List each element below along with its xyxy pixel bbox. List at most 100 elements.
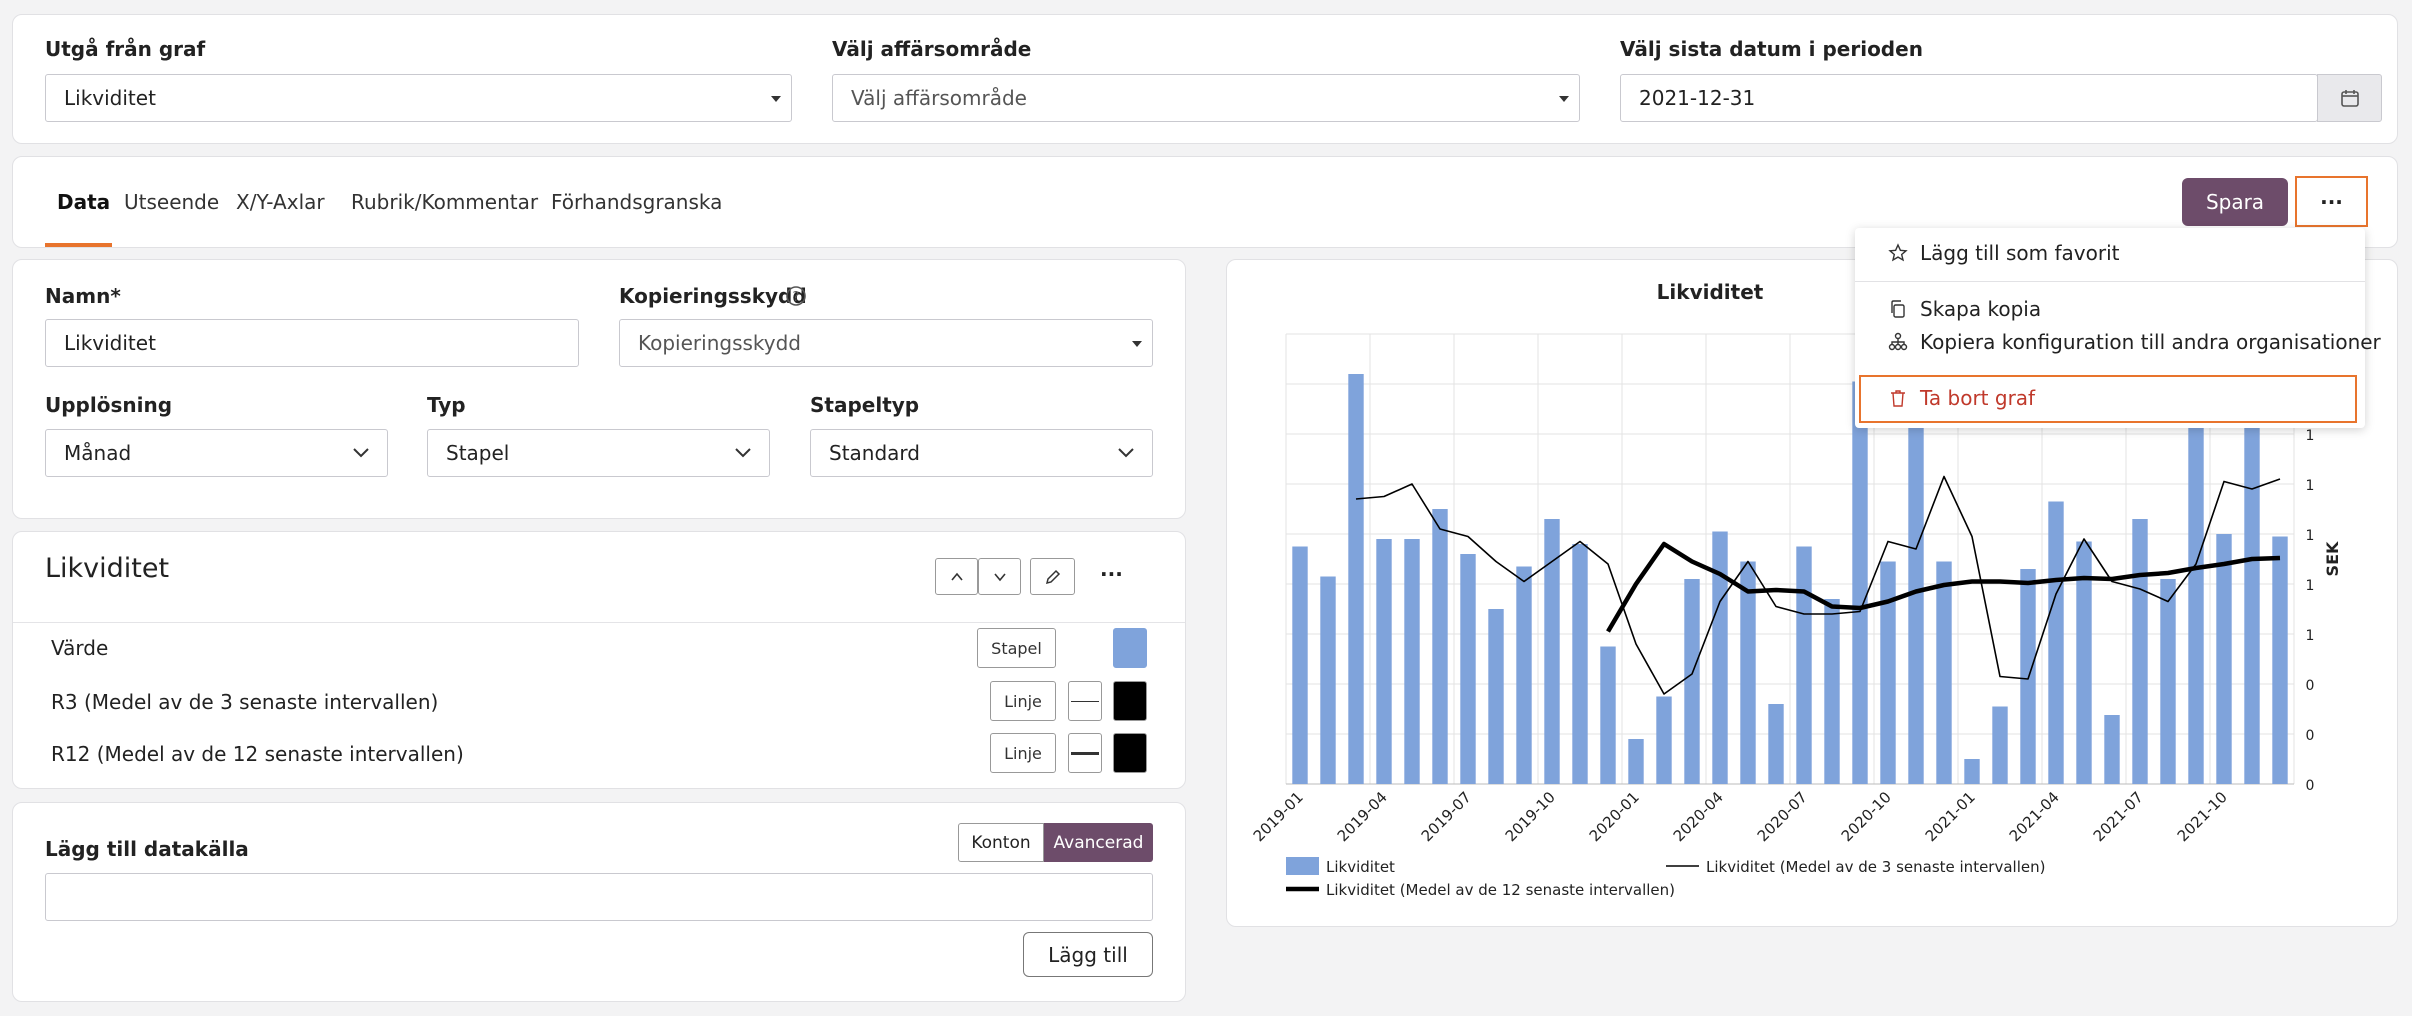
bar xyxy=(1320,576,1336,784)
stack-type-value: Standard xyxy=(829,441,920,465)
series-title: Likviditet xyxy=(45,553,170,584)
toggle-advanced[interactable]: Avancerad xyxy=(1044,823,1153,862)
series-row-r12-kind[interactable]: Linje xyxy=(990,733,1056,773)
copy-protect-select[interactable]: Kopieringsskydd xyxy=(619,319,1153,367)
y-tick-label: 1 xyxy=(2306,578,2315,594)
caret-down-icon xyxy=(1132,341,1142,347)
series-row-r3-color[interactable] xyxy=(1113,681,1147,721)
y-tick-label: 0 xyxy=(2306,778,2315,794)
bar xyxy=(1936,561,1952,784)
series-row-r3-linestyle[interactable] xyxy=(1068,681,1102,721)
chart-title: Likviditet xyxy=(1657,280,1764,304)
y-tick-label: 1 xyxy=(2306,428,2315,444)
org-chart-icon xyxy=(1888,332,1908,351)
x-tick-label: 2019-10 xyxy=(1502,788,1559,845)
series-row-value-label: Värde xyxy=(51,636,109,660)
bar xyxy=(1796,546,1812,784)
series-row-r12-label: R12 (Medel av de 12 senaste intervallen) xyxy=(51,742,464,766)
x-tick-label: 2019-01 xyxy=(1250,788,1307,845)
type-value: Stapel xyxy=(446,441,510,465)
tab-title-comment[interactable]: Rubrik/Kommentar xyxy=(351,190,538,214)
end-date-input[interactable]: 2021-12-31 xyxy=(1620,74,2318,122)
move-up-button[interactable] xyxy=(935,558,978,595)
series-row-value-kind[interactable]: Stapel xyxy=(977,628,1056,668)
tab-preview[interactable]: Förhandsgranska xyxy=(551,190,722,214)
datasource-input[interactable] xyxy=(45,873,1153,921)
bar xyxy=(1768,704,1784,784)
x-tick-label: 2020-10 xyxy=(1838,788,1895,845)
type-select[interactable]: Stapel xyxy=(427,429,770,477)
trash-icon xyxy=(1891,390,1905,407)
series-row-r12-color[interactable] xyxy=(1113,733,1147,773)
legend-label-r3: Likviditet (Medel av de 3 senaste interv… xyxy=(1706,858,2045,876)
name-value: Likviditet xyxy=(64,331,156,355)
legend-swatch-bar xyxy=(1286,857,1319,875)
source-graph-value: Likviditet xyxy=(64,86,156,110)
resolution-select[interactable]: Månad xyxy=(45,429,388,477)
bar xyxy=(1544,519,1560,784)
toggle-accounts[interactable]: Konton xyxy=(958,823,1044,862)
tab-data[interactable]: Data xyxy=(57,190,110,214)
add-datasource-button[interactable]: Lägg till xyxy=(1023,932,1153,977)
name-label: Namn* xyxy=(45,284,121,308)
help-icon[interactable]: ? xyxy=(785,285,807,307)
resolution-value: Månad xyxy=(64,441,132,465)
thick-line-icon xyxy=(1071,752,1099,755)
business-area-select[interactable]: Välj affärsområde xyxy=(832,74,1580,122)
thin-line-icon xyxy=(1071,701,1099,702)
bar xyxy=(1432,509,1448,784)
x-tick-label: 2020-07 xyxy=(1754,788,1811,845)
caret-down-icon xyxy=(1559,96,1569,102)
x-tick-label: 2019-07 xyxy=(1418,788,1475,845)
y-tick-label: 1 xyxy=(2306,478,2315,494)
calendar-button[interactable] xyxy=(2317,74,2382,122)
menu-create-copy[interactable]: Skapa kopia xyxy=(1920,297,2041,321)
x-tick-label: 2021-07 xyxy=(2090,788,2147,845)
menu-delete-graph[interactable]: Ta bort graf xyxy=(1920,386,2035,410)
save-button[interactable]: Spara xyxy=(2182,178,2288,226)
legend-label-bar: Likviditet xyxy=(1326,858,1395,876)
end-date-label: Välj sista datum i perioden xyxy=(1620,37,1923,61)
more-options-button[interactable]: ··· xyxy=(2295,176,2368,227)
series-divider xyxy=(13,622,1185,623)
bar xyxy=(1600,646,1616,784)
edit-series-button[interactable] xyxy=(1030,558,1075,595)
bar xyxy=(1852,381,1868,784)
end-date-value: 2021-12-31 xyxy=(1639,86,1756,110)
series-row-r12-linestyle[interactable] xyxy=(1068,733,1102,773)
bar xyxy=(1964,759,1980,784)
source-graph-select[interactable]: Likviditet xyxy=(45,74,792,122)
bar xyxy=(1656,696,1672,784)
bar xyxy=(1880,561,1896,784)
y-axis-label: SEK xyxy=(2323,541,2342,576)
type-label: Typ xyxy=(427,393,466,417)
x-tick-label: 2021-01 xyxy=(1922,788,1979,845)
series-row-r3-kind[interactable]: Linje xyxy=(990,681,1056,721)
move-down-button[interactable] xyxy=(978,558,1021,595)
bar xyxy=(2216,534,2232,784)
pencil-icon xyxy=(1045,569,1060,584)
bar xyxy=(1992,706,2008,784)
bar xyxy=(1572,544,1588,784)
form-card xyxy=(12,259,1186,519)
tab-appearance[interactable]: Utseende xyxy=(124,190,219,214)
x-tick-label: 2019-04 xyxy=(1334,788,1391,845)
chevron-up-icon xyxy=(950,572,963,581)
chevron-down-icon xyxy=(735,448,751,458)
legend-label-r12: Likviditet (Medel av de 12 senaste inter… xyxy=(1326,881,1675,899)
bar xyxy=(2272,536,2288,784)
bar xyxy=(1628,739,1644,784)
tab-axes[interactable]: X/Y-Axlar xyxy=(236,190,325,214)
bar xyxy=(1684,579,1700,784)
y-tick-label: 1 xyxy=(2306,528,2315,544)
bar xyxy=(1488,609,1504,784)
menu-add-favorite[interactable]: Lägg till som favorit xyxy=(1920,241,2120,265)
series-more-button[interactable]: ··· xyxy=(1100,562,1123,586)
menu-copy-config[interactable]: Kopiera konfiguration till andra organis… xyxy=(1920,330,2381,354)
series-row-value-color[interactable] xyxy=(1113,628,1147,668)
x-tick-label: 2020-04 xyxy=(1670,788,1727,845)
stack-type-select[interactable]: Standard xyxy=(810,429,1153,477)
chevron-down-icon xyxy=(993,572,1006,581)
name-input[interactable]: Likviditet xyxy=(45,319,579,367)
star-icon xyxy=(1888,243,1908,262)
